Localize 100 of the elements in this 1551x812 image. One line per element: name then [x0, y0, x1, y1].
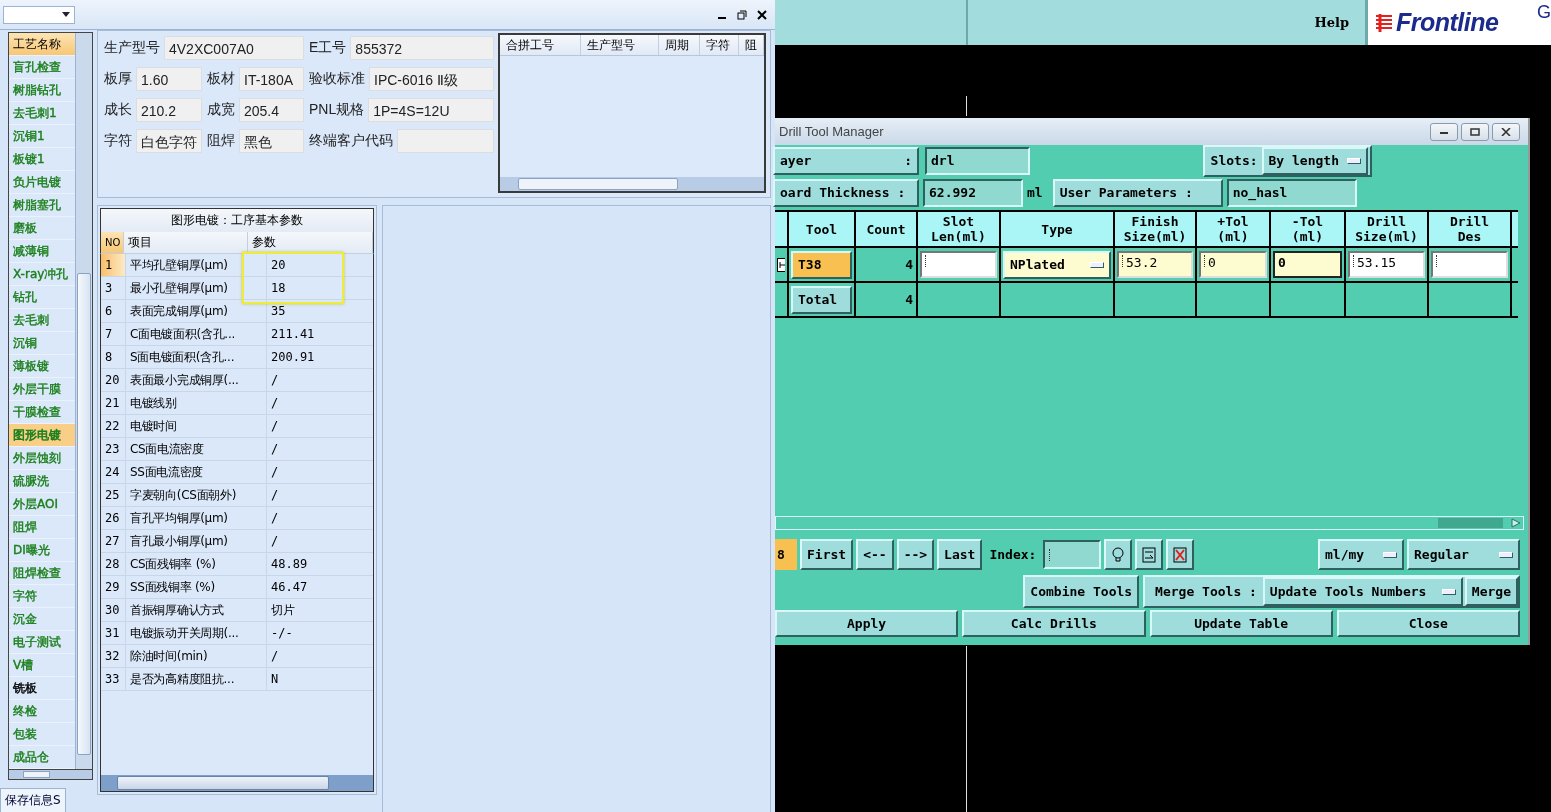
column-header[interactable]: 字符 — [700, 35, 739, 55]
merge-button[interactable]: Merge — [1464, 577, 1518, 606]
row-number[interactable]: 21 — [101, 392, 126, 414]
scrollbar[interactable] — [500, 177, 764, 191]
row-number[interactable]: 24 — [101, 461, 126, 483]
row-number[interactable]: 23 — [101, 438, 126, 460]
column-header[interactable]: NO — [101, 232, 124, 253]
row-icon[interactable] — [777, 257, 785, 272]
help-menu[interactable]: Help — [1314, 15, 1349, 30]
merge-option-dropdown[interactable]: Update Tools Numbers — [1262, 577, 1463, 606]
nav-button[interactable]: First — [800, 539, 854, 570]
column-header[interactable]: 合拼工号 — [500, 35, 581, 55]
text-field[interactable]: 210.2 — [136, 98, 202, 122]
slot-length-field[interactable] — [920, 251, 997, 278]
column-header[interactable]: 生产型号 — [581, 35, 659, 55]
table-cell-text: / — [270, 487, 280, 504]
row-number[interactable]: 28 — [101, 553, 126, 575]
column-header[interactable]: 项目 — [123, 232, 249, 253]
row-number[interactable]: 6 — [101, 300, 126, 322]
drill-size-field[interactable]: 53.15 — [1348, 251, 1425, 278]
mode-dropdown[interactable]: Regular — [1407, 539, 1520, 570]
row-number[interactable]: 20 — [101, 369, 126, 391]
action-button[interactable]: Update Table — [1149, 610, 1333, 637]
slots-dropdown[interactable]: By length — [1261, 146, 1368, 175]
finish-size-field[interactable]: 53.2 — [1117, 251, 1193, 278]
slots-label: Slots: — [1209, 153, 1259, 168]
scrollbar[interactable] — [100, 775, 374, 792]
text-field[interactable] — [397, 129, 494, 153]
plus-tolerance-field[interactable]: 0 — [1199, 251, 1267, 278]
scrollbar[interactable] — [75, 33, 92, 769]
row-number[interactable]: 7 — [101, 323, 126, 345]
table-cell-text: / — [270, 533, 280, 550]
row-number[interactable]: 32 — [101, 645, 126, 667]
minus-tolerance-field[interactable]: 0 — [1273, 251, 1342, 278]
text-field[interactable]: IT-180A — [239, 67, 304, 91]
text-field[interactable]: 黑色 — [239, 129, 304, 153]
row-number[interactable]: 3 — [101, 277, 126, 299]
tool-button[interactable]: T38 — [791, 250, 852, 279]
row-number[interactable]: 22 — [101, 415, 126, 437]
row-number[interactable]: 33 — [101, 668, 126, 690]
units-dropdown[interactable]: ml/my — [1318, 539, 1404, 570]
column-header: Drill Size(ml) — [1346, 212, 1427, 246]
tool-button[interactable]: Total — [791, 285, 852, 314]
drill-des-field[interactable] — [1431, 251, 1508, 278]
combine-tools-button[interactable]: Combine Tools — [1023, 575, 1140, 608]
layer-button[interactable]: ayer : — [773, 146, 919, 175]
text-field[interactable]: 1.60 — [136, 67, 202, 91]
row-number[interactable]: 30 — [101, 599, 126, 621]
sidebar-item[interactable]: 图形电镀 — [9, 424, 76, 447]
column-header: Tool — [789, 212, 854, 246]
arrow-right-icon[interactable] — [1511, 518, 1521, 528]
nav-button[interactable]: Last — [937, 539, 983, 570]
action-button[interactable]: Apply — [775, 610, 959, 637]
minimize-button[interactable] — [1430, 122, 1458, 141]
user-parameters-field[interactable]: no_hasl — [1226, 178, 1357, 207]
text-field[interactable]: 4V2XC007A0 — [164, 36, 304, 60]
row-number[interactable]: 27 — [101, 530, 126, 552]
field-label: 成宽 — [207, 101, 235, 119]
column-header[interactable]: 阻 — [739, 35, 764, 55]
save-tab[interactable]: 保存信息S — [0, 788, 66, 812]
close-button[interactable] — [1492, 122, 1520, 141]
scrollbar[interactable] — [8, 770, 93, 780]
index-field[interactable] — [1043, 540, 1102, 569]
merge-tools-label: Merge Tools : — [1154, 584, 1258, 599]
maximize-button[interactable] — [1461, 122, 1489, 141]
delete-icon[interactable] — [1166, 539, 1195, 570]
column-header[interactable]: 参数 — [248, 232, 373, 253]
field-label: 生产型号 — [104, 39, 160, 57]
table-cell: CS面电流密度 — [126, 438, 267, 460]
row-number[interactable]: 8 — [101, 346, 126, 368]
table-cell: 4 — [856, 283, 916, 316]
row-number[interactable]: 1 — [101, 254, 126, 276]
table-cell: S面电镀面积(含孔... — [126, 346, 267, 368]
bulb-icon[interactable] — [1104, 539, 1133, 570]
nav-button[interactable]: --> — [896, 539, 935, 570]
text-field[interactable]: IPC-6016 Ⅱ级 — [369, 67, 494, 91]
column-header[interactable]: 周期 — [659, 35, 700, 55]
action-button[interactable]: Calc Drills — [962, 610, 1146, 637]
close-icon[interactable] — [757, 9, 767, 20]
row-number[interactable]: 31 — [101, 622, 126, 644]
table-cell-text: / — [270, 418, 280, 435]
table-title: 图形电镀：工序基本参数 — [100, 208, 374, 232]
action-button[interactable]: Close — [1336, 610, 1520, 637]
row-number[interactable]: 25 — [101, 484, 126, 506]
type-dropdown[interactable]: NPlated — [1003, 250, 1111, 279]
column-header: -Tol (ml) — [1271, 212, 1344, 246]
layer-field[interactable]: drl — [925, 146, 1030, 175]
restore-icon[interactable] — [737, 9, 747, 20]
swap-icon[interactable] — [1135, 539, 1164, 570]
text-field[interactable]: 855372 — [350, 36, 494, 60]
row-number[interactable]: 29 — [101, 576, 126, 598]
text-field[interactable]: 205.4 — [239, 98, 304, 122]
table-cell: C面电镀面积(含孔... — [126, 323, 267, 345]
text-field[interactable]: 白色字符 — [136, 129, 202, 153]
thickness-field[interactable]: 62.992 — [923, 178, 1023, 207]
text-field[interactable]: 1P=4S=12U — [368, 98, 494, 122]
nav-button[interactable]: <-- — [856, 539, 894, 570]
row-number[interactable]: 26 — [101, 507, 126, 529]
table-cell-text: 35 — [270, 303, 287, 320]
user-parameters-button[interactable]: User Parameters : — [1052, 178, 1223, 207]
